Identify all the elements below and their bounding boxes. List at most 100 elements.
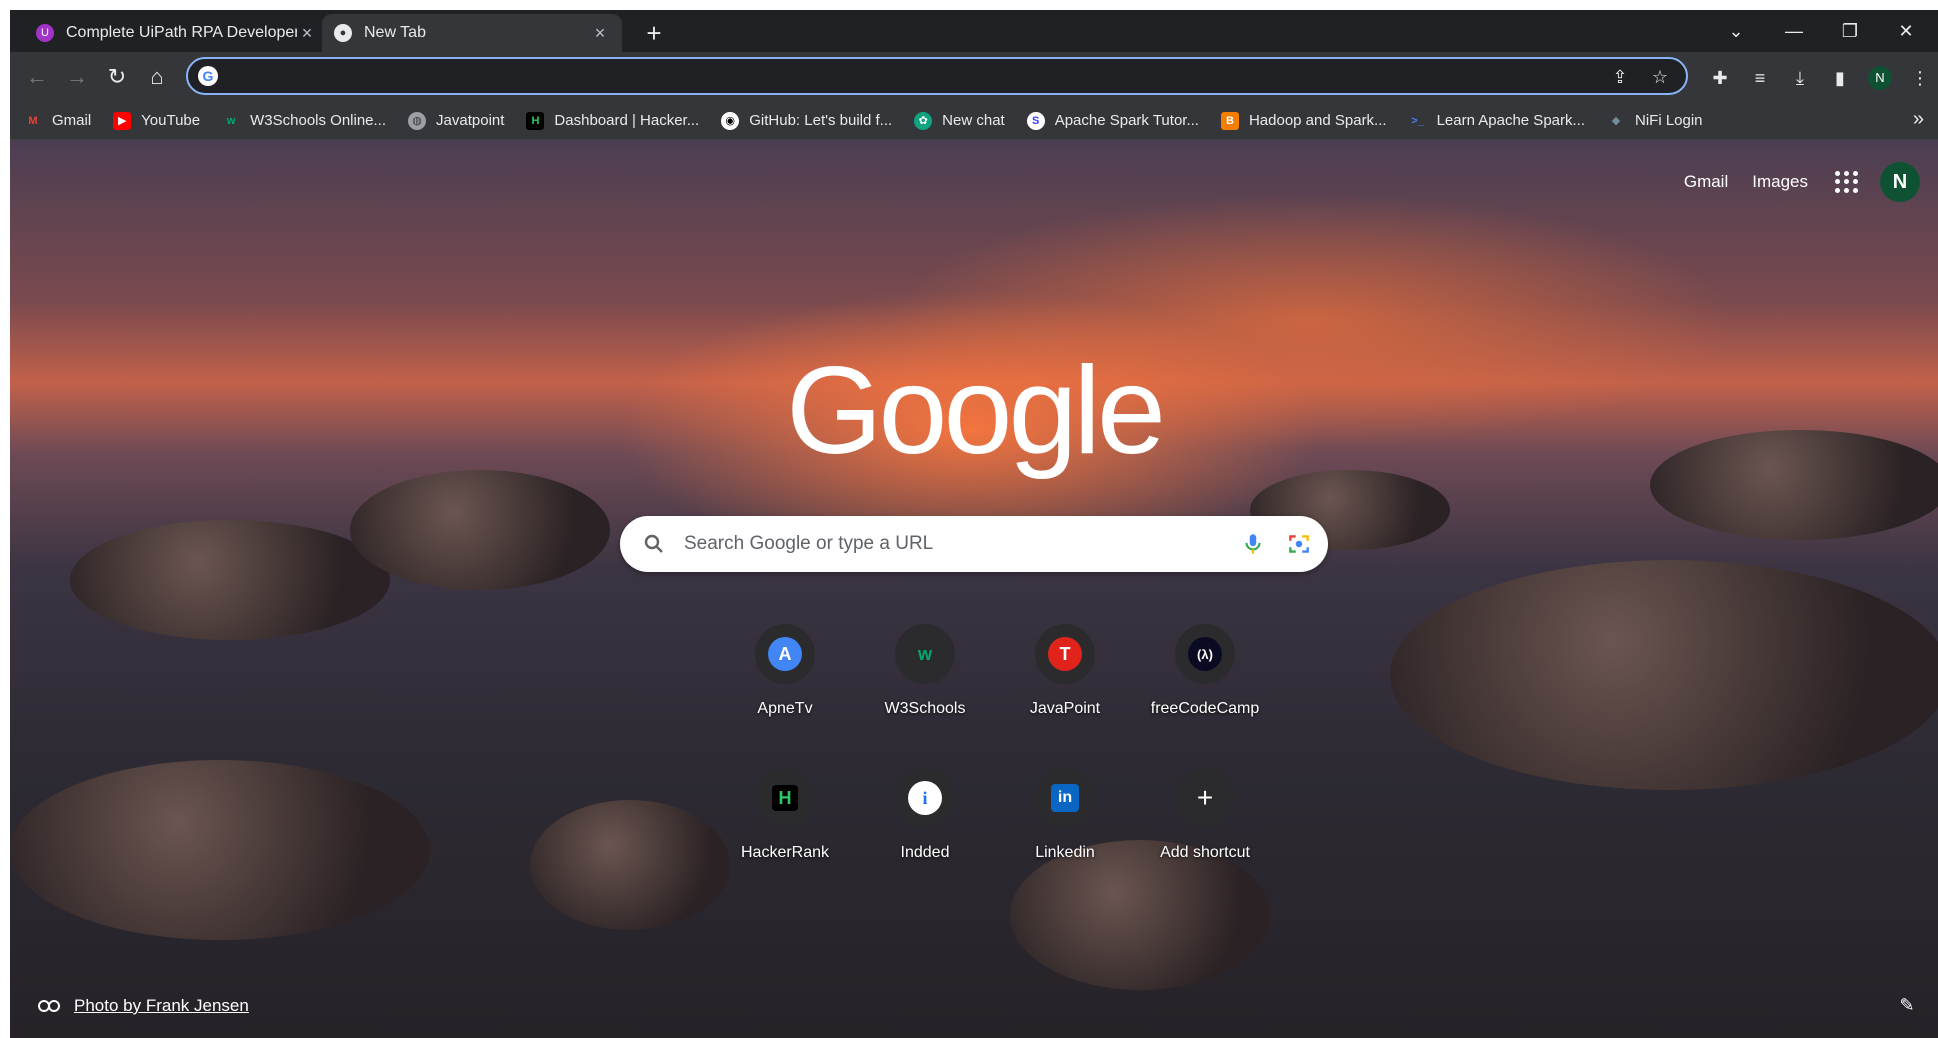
new-tab-button[interactable]: + <box>640 20 668 48</box>
tab-search-button[interactable]: ⌄ <box>1716 18 1756 44</box>
forward-button[interactable]: → <box>62 62 92 92</box>
shortcut-freecodecamp[interactable]: (λ) freeCodeCamp <box>1135 612 1275 742</box>
hackerrank-icon: H <box>772 785 798 811</box>
side-panel-icon[interactable]: ▮ <box>1826 64 1854 92</box>
omnibox-input[interactable] <box>228 63 1578 89</box>
google-logo: Google <box>786 342 1166 480</box>
shortcut-tile: w <box>895 624 955 684</box>
google-lens-icon[interactable] <box>1286 531 1312 557</box>
address-bar[interactable]: G ⇪ ☆ <box>186 57 1688 95</box>
photo-attribution: Photo by Frank Jensen <box>38 996 249 1016</box>
bookmark-youtube[interactable]: ▶ YouTube <box>113 111 201 130</box>
shortcut-javapoint[interactable]: T JavaPoint <box>995 612 1135 742</box>
ntp-top-links: Gmail Images N <box>1684 162 1920 202</box>
reload-button[interactable]: ↻ <box>102 62 132 92</box>
background-rock <box>70 520 390 640</box>
downloads-icon[interactable]: ⤓ <box>1786 64 1814 92</box>
bookmark-apache-spark[interactable]: S Apache Spark Tutor... <box>1026 111 1199 130</box>
bookmark-label: Gmail <box>52 112 92 129</box>
bookmark-label: NiFi Login <box>1635 112 1703 129</box>
images-link[interactable]: Images <box>1752 172 1808 192</box>
bookmark-javatpoint[interactable]: ◍ Javatpoint <box>408 111 505 130</box>
github-icon: ◉ <box>721 111 740 130</box>
shortcut-hackerrank[interactable]: H HackerRank <box>715 756 855 886</box>
bookmark-hadoop[interactable]: B Hadoop and Spark... <box>1220 111 1387 130</box>
google-apps-icon[interactable] <box>1832 168 1860 196</box>
gmail-link[interactable]: Gmail <box>1684 172 1728 192</box>
close-window-button[interactable]: ✕ <box>1886 18 1926 44</box>
back-button[interactable]: ← <box>22 62 52 92</box>
customize-pencil-icon[interactable]: ✎ <box>1894 992 1920 1018</box>
shortcut-tile: H <box>755 768 815 828</box>
bookmark-label: Apache Spark Tutor... <box>1054 112 1199 129</box>
tab-new-tab[interactable]: ● New Tab × <box>322 14 622 52</box>
bookmark-label: GitHub: Let's build f... <box>749 112 893 129</box>
shortcut-w3schools[interactable]: w W3Schools <box>855 612 995 742</box>
bookmark-learn-spark[interactable]: >_ Learn Apache Spark... <box>1409 112 1585 130</box>
google-icon: G <box>198 66 218 86</box>
shortcut-apnetv[interactable]: A ApneTv <box>715 612 855 742</box>
bookmark-github[interactable]: ◉ GitHub: Let's build f... <box>721 111 893 130</box>
photo-credit-link[interactable]: Photo by Frank Jensen <box>74 996 249 1016</box>
bookmark-w3schools[interactable]: w W3Schools Online... <box>222 112 386 130</box>
restore-button[interactable]: ❐ <box>1830 18 1870 44</box>
extensions-icon[interactable]: ✚ <box>1706 64 1734 92</box>
screen-top-edge <box>0 0 1938 10</box>
hackerrank-icon: H <box>526 111 545 130</box>
profile-avatar[interactable]: N <box>1868 66 1892 90</box>
tab-title: New Tab <box>364 24 426 41</box>
bookmark-label: Learn Apache Spark... <box>1436 112 1585 129</box>
media-control-icon[interactable]: ≡ <box>1746 64 1774 92</box>
shortcut-indded[interactable]: i Indded <box>855 756 995 886</box>
terminal-icon: >_ <box>1411 114 1424 127</box>
close-tab-icon[interactable]: × <box>590 23 610 44</box>
blogger-icon: B <box>1220 111 1239 130</box>
voice-search-icon[interactable] <box>1240 531 1266 557</box>
shortcut-linkedin[interactable]: in Linkedin <box>995 756 1135 886</box>
link-icon <box>38 1000 60 1012</box>
shortcut-add[interactable]: + Add shortcut <box>1135 756 1275 886</box>
bookmark-label: New chat <box>942 112 1005 129</box>
home-button[interactable]: ⌂ <box>142 62 172 92</box>
youtube-icon: ▶ <box>113 111 132 130</box>
shortcut-label: ApneTv <box>757 700 813 717</box>
account-avatar[interactable]: N <box>1880 162 1920 202</box>
gmail-icon: M <box>28 114 38 127</box>
search-input[interactable] <box>684 530 1204 558</box>
info-icon: i <box>908 781 942 815</box>
bookmarks-overflow-button[interactable]: » <box>1913 108 1924 131</box>
w3schools-icon: w <box>226 114 236 127</box>
toolbar: ← → ↻ ⌂ G ⇪ ☆ ✚ ≡ ⤓ ▮ N ⋮ <box>10 52 1938 102</box>
bookmark-new-chat[interactable]: ✿ New chat <box>914 111 1005 130</box>
browser-window: U Complete UiPath RPA Developer × ● New … <box>10 10 1938 1038</box>
bookmark-label: YouTube <box>141 112 201 129</box>
menu-icon[interactable]: ⋮ <box>1906 64 1934 92</box>
shortcut-tile: in <box>1035 768 1095 828</box>
shortcut-label: Add shortcut <box>1160 844 1250 861</box>
bookmark-nifi[interactable]: ◆ NiFi Login <box>1607 112 1703 130</box>
minimize-button[interactable]: — <box>1774 18 1814 44</box>
bookmark-label: Dashboard | Hacker... <box>554 112 700 129</box>
bookmark-hackerrank[interactable]: H Dashboard | Hacker... <box>526 111 700 130</box>
shortcut-label: Indded <box>900 844 950 861</box>
shortcut-label: HackerRank <box>740 844 830 861</box>
spark-icon: S <box>1026 111 1045 130</box>
share-icon[interactable]: ⇪ <box>1608 65 1632 89</box>
background-rock <box>1390 560 1938 790</box>
shortcuts-grid: A ApneTv w W3Schools T JavaPoint (λ) fre… <box>715 612 1275 886</box>
shortcut-tile: A <box>755 624 815 684</box>
javapoint-icon: T <box>1048 637 1082 671</box>
bookmark-star-icon[interactable]: ☆ <box>1648 65 1672 89</box>
tab-strip: U Complete UiPath RPA Developer × ● New … <box>10 10 1938 52</box>
bookmark-label: Javatpoint <box>436 112 505 129</box>
shortcut-tile: (λ) <box>1175 624 1235 684</box>
w3schools-icon: w <box>917 643 932 664</box>
bookmark-gmail[interactable]: M Gmail <box>24 112 91 130</box>
background-rock <box>350 470 610 590</box>
shortcut-label: freeCodeCamp <box>1150 700 1260 717</box>
new-tab-page: Gmail Images N Google A ApneTv w W3Schoo… <box>10 140 1938 1038</box>
freecodecamp-icon: (λ) <box>1188 637 1222 671</box>
close-tab-icon[interactable]: × <box>297 23 317 44</box>
ntp-search-box[interactable] <box>620 516 1328 572</box>
tab-uipath[interactable]: U Complete UiPath RPA Developer × <box>24 14 329 52</box>
